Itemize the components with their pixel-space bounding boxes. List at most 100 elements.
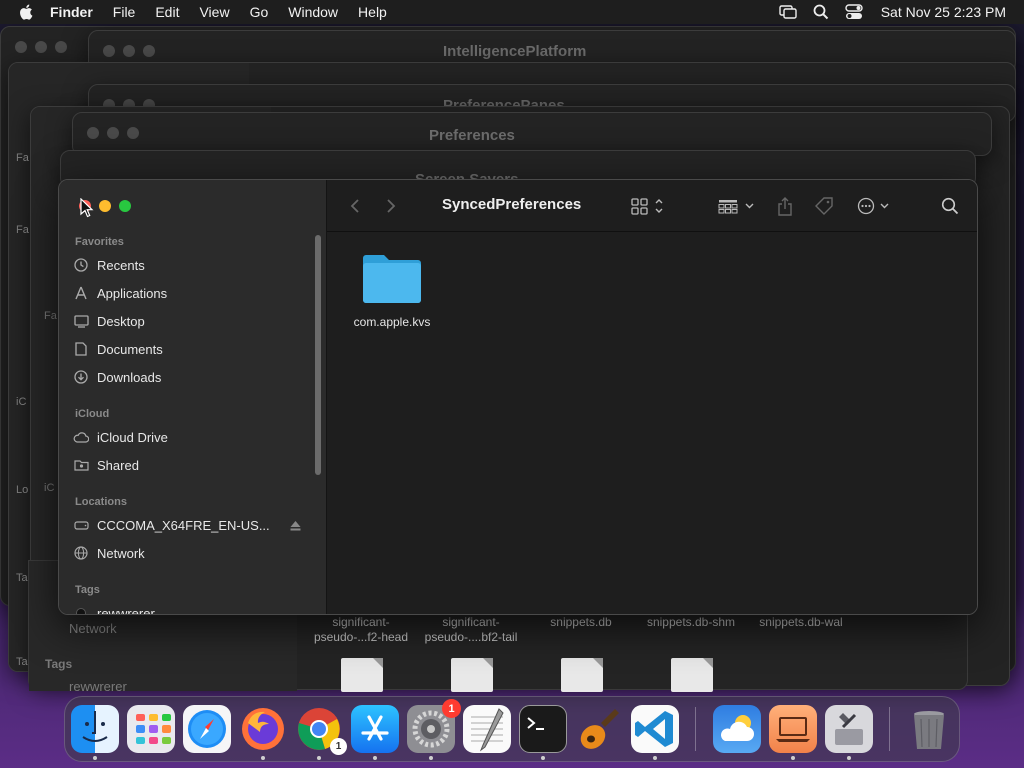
launchpad-icon[interactable] — [127, 705, 175, 753]
running-indicator — [317, 756, 321, 760]
action-menu-button[interactable] — [855, 194, 895, 218]
view-mode-button[interactable] — [629, 194, 669, 218]
background-sidebar-label: Lo — [16, 484, 29, 496]
background-window-title: Preferences — [429, 127, 515, 144]
zoom-button[interactable] — [119, 200, 131, 212]
sidebar-item-recents[interactable]: Recents — [73, 253, 309, 277]
laptop-icon[interactable] — [769, 705, 817, 753]
menu-file[interactable]: File — [113, 4, 136, 20]
document-icon — [73, 341, 89, 357]
sidebar-scrollbar[interactable] — [315, 235, 321, 475]
weather-icon[interactable] — [713, 705, 761, 753]
chevron-left-icon — [350, 199, 359, 213]
menu-clock[interactable]: Sat Nov 25 2:23 PM — [881, 4, 1006, 20]
menu-window[interactable]: Window — [288, 4, 338, 20]
background-file[interactable]: snippets.db — [526, 615, 636, 630]
drive-icon — [73, 517, 89, 533]
sidebar-item-label: rewwrerer — [97, 605, 155, 615]
background-file[interactable]: significant-pseudo-....bf2-tail — [416, 615, 526, 645]
menu-view[interactable]: View — [199, 4, 229, 20]
document-icon[interactable] — [341, 658, 383, 692]
finder-toolbar: SyncedPreferences — [327, 180, 977, 232]
menu-app-name[interactable]: Finder — [50, 4, 93, 20]
document-icon[interactable] — [451, 658, 493, 692]
sidebar-item-downloads[interactable]: Downloads — [73, 365, 309, 389]
window-title: SyncedPreferences — [442, 196, 582, 213]
group-icon — [718, 200, 754, 214]
trash-icon[interactable] — [905, 705, 953, 753]
shared-folder-icon — [73, 457, 89, 473]
terminal-icon[interactable] — [519, 705, 567, 753]
sidebar-section-tags: Tags — [75, 584, 100, 596]
back-button[interactable] — [345, 194, 365, 218]
eject-icon[interactable] — [290, 519, 301, 534]
forward-button[interactable] — [381, 194, 401, 218]
sidebar-item-drive[interactable]: CCCOMA_X64FRE_EN-US... — [73, 513, 309, 537]
clock-icon — [73, 257, 89, 273]
search-button[interactable] — [939, 194, 961, 218]
background-sidebar-tags: Tags — [45, 657, 73, 671]
disk-icon[interactable] — [825, 705, 873, 753]
settings-icon[interactable]: 1 — [407, 699, 461, 753]
chrome-icon[interactable]: 1 — [295, 705, 347, 755]
dock-separator — [889, 707, 890, 751]
sidebar-item-label: CCCOMA_X64FRE_EN-US... — [97, 517, 270, 533]
screen-mirroring-icon[interactable] — [779, 5, 797, 19]
menu-edit[interactable]: Edit — [155, 4, 179, 20]
search-icon — [941, 197, 959, 215]
safari-icon[interactable] — [183, 705, 231, 753]
sidebar-item-icloud-drive[interactable]: iCloud Drive — [73, 425, 309, 449]
file-browser-area[interactable]: com.apple.kvs — [327, 232, 977, 614]
dock-separator — [695, 707, 696, 751]
share-button[interactable] — [775, 194, 795, 218]
document-icon[interactable] — [561, 658, 603, 692]
background-file[interactable]: significant-pseudo-...f2-head — [306, 615, 416, 645]
grid-view-icon — [631, 198, 663, 215]
sidebar-item-tag[interactable]: rewwrerer — [73, 601, 309, 615]
vscode-icon[interactable] — [631, 705, 679, 753]
background-sidebar-label: iC — [44, 482, 55, 494]
tag-color-dot — [76, 608, 86, 614]
sidebar-item-shared[interactable]: Shared — [73, 453, 309, 477]
sidebar-item-label: Downloads — [97, 369, 162, 385]
sidebar-section-icloud: iCloud — [75, 408, 110, 420]
minimize-button[interactable] — [99, 200, 111, 212]
sidebar-item-desktop[interactable]: Desktop — [73, 309, 309, 333]
background-file[interactable]: snippets.db-shm — [636, 615, 746, 630]
running-indicator — [791, 756, 795, 760]
finder-window: Favorites Recents Applications Desktop D… — [58, 179, 978, 615]
running-indicator — [541, 756, 545, 760]
firefox-icon[interactable] — [239, 705, 287, 753]
running-indicator — [847, 756, 851, 760]
menu-bar: Finder File Edit View Go Window Help Sat… — [0, 0, 1024, 24]
sidebar-item-documents[interactable]: Documents — [73, 337, 309, 361]
running-indicator — [261, 756, 265, 760]
apple-icon[interactable] — [18, 3, 36, 21]
background-file[interactable]: snippets.db-wal — [746, 615, 856, 630]
control-center-icon[interactable] — [845, 4, 863, 20]
menu-go[interactable]: Go — [250, 4, 269, 20]
textedit-icon[interactable] — [463, 705, 511, 753]
document-icon[interactable] — [671, 658, 713, 692]
background-window-title: IntelligencePlatform — [443, 43, 587, 60]
cloud-icon — [73, 429, 89, 445]
dock: 1 1 — [64, 696, 960, 762]
sidebar-item-applications[interactable]: Applications — [73, 281, 309, 305]
background-sidebar-label: Fa — [44, 310, 57, 322]
spotlight-search-icon[interactable] — [813, 4, 829, 20]
notification-badge: 1 — [442, 699, 461, 718]
background-sidebar-label: iC — [16, 396, 27, 408]
background-sidebar-label: Ta — [16, 656, 28, 668]
sidebar-item-network[interactable]: Network — [73, 541, 309, 565]
download-icon — [73, 369, 89, 385]
app-store-icon[interactable] — [351, 705, 399, 753]
guitar-icon[interactable] — [575, 705, 623, 753]
tag-button[interactable] — [813, 194, 835, 218]
tag-icon — [815, 197, 833, 215]
finder-icon[interactable] — [71, 705, 119, 753]
sidebar-item-label: Documents — [97, 341, 163, 357]
group-button[interactable] — [717, 194, 757, 218]
file-item[interactable]: com.apple.kvs — [347, 252, 437, 329]
menu-help[interactable]: Help — [358, 4, 387, 20]
sidebar-item-label: Desktop — [97, 313, 145, 329]
